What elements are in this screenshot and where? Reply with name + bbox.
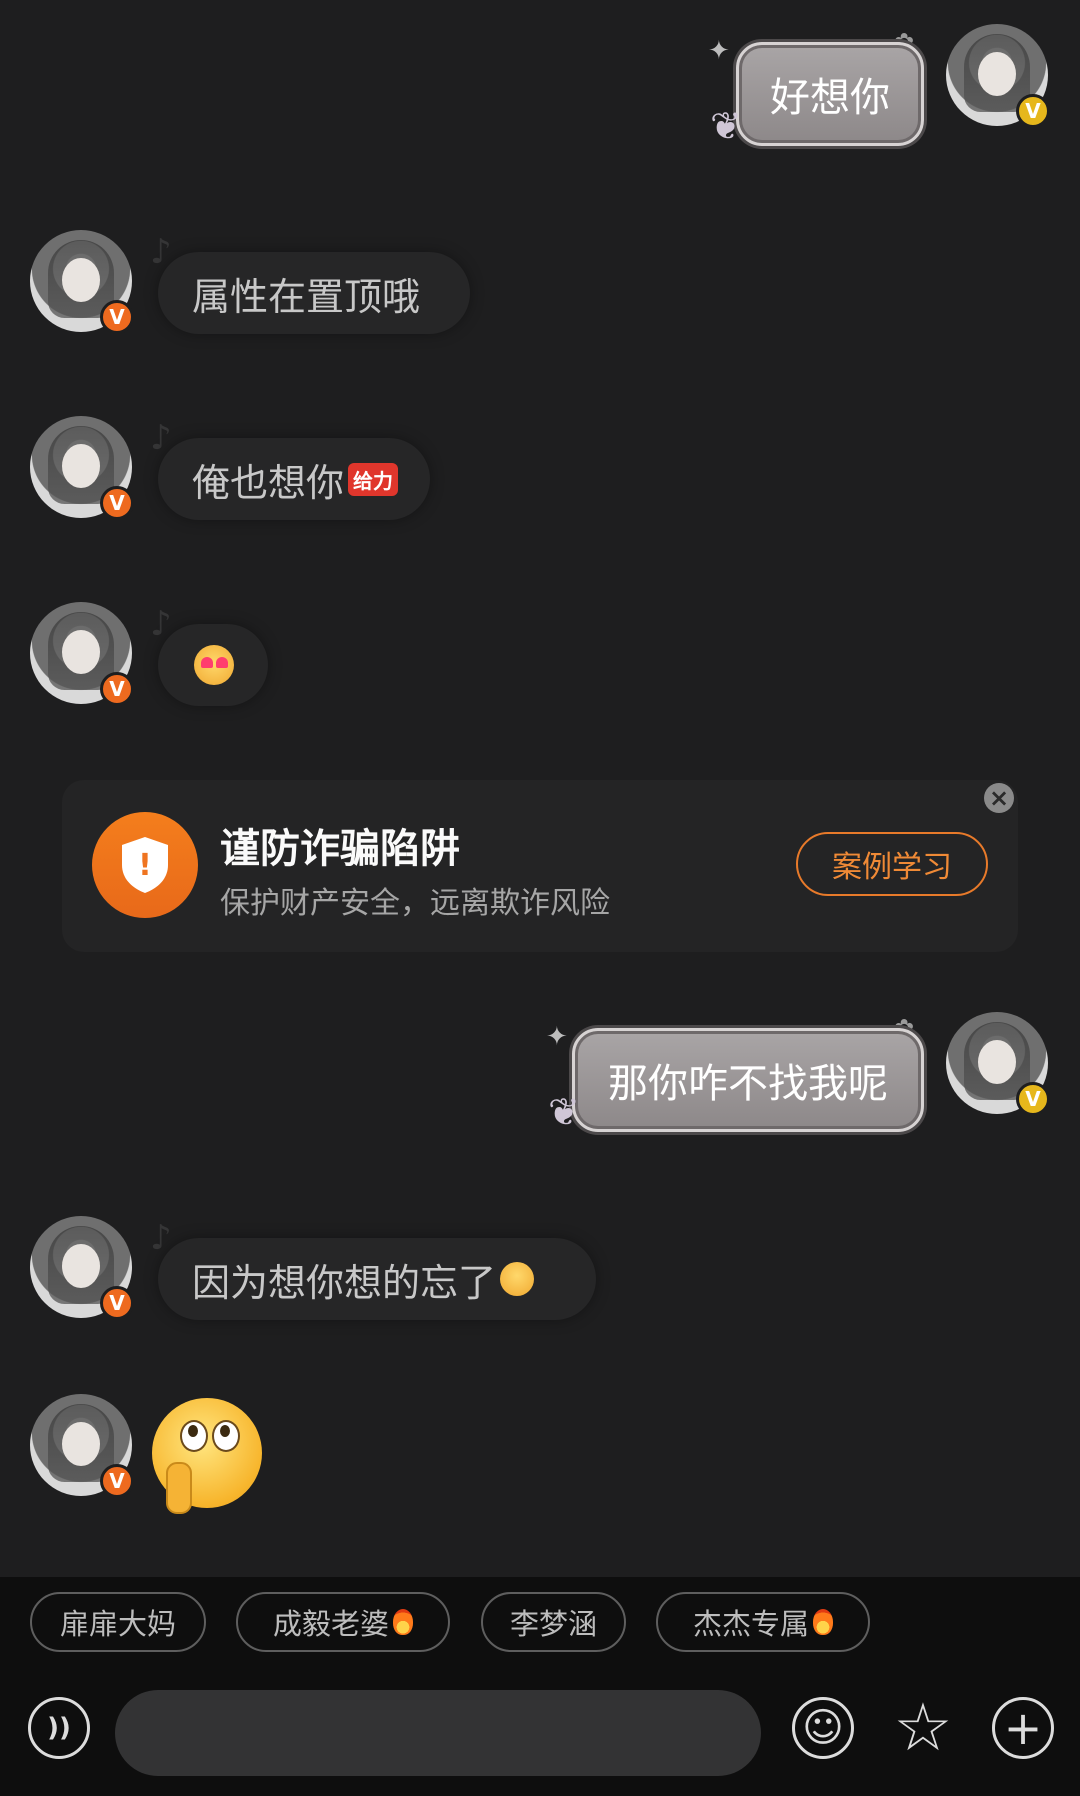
sparkle-icon: ✦ — [708, 36, 730, 66]
plus-icon[interactable]: + — [992, 1697, 1054, 1759]
shush-emoji-icon[interactable] — [152, 1398, 262, 1514]
sparkle-icon: ✦ — [546, 1022, 568, 1052]
star-glyph: ☆ — [893, 1689, 953, 1766]
avatar-face — [62, 1422, 100, 1466]
quick-reply-chip[interactable]: 杰杰专属 — [656, 1592, 870, 1652]
exclamation-icon: ! — [138, 847, 152, 883]
chat-area: V ✦ ✿ 好想你 ❦ V ♪ 属性在置顶哦 V ♪ 俺也想你 给力 V ♪ — [0, 0, 1080, 1577]
fire-icon — [813, 1609, 833, 1635]
avatar-face — [62, 630, 100, 674]
message-text: 因为想你想的忘了 — [192, 1260, 497, 1305]
avatar-contact[interactable]: V — [30, 416, 134, 520]
avatar-face — [978, 1040, 1016, 1084]
warning-subtitle: 保护财产安全，远离欺诈风险 — [220, 886, 610, 921]
avatar-contact[interactable]: V — [30, 230, 134, 334]
message-bubble-right[interactable]: 好想你 — [736, 42, 924, 146]
avatar-self[interactable]: V — [946, 1012, 1050, 1116]
geili-sticker-icon: 给力 — [348, 462, 399, 496]
heart-icon — [216, 657, 228, 668]
chip-label: 杰杰专属 — [692, 1607, 809, 1641]
plus-glyph: + — [1003, 1701, 1043, 1755]
emoji-icon[interactable]: ☺ — [792, 1697, 854, 1759]
emoji-pupil — [220, 1425, 230, 1437]
emoji-finger — [166, 1462, 192, 1514]
emoji-eye — [180, 1420, 208, 1452]
avatar-face — [62, 258, 100, 302]
butterfly-icon: ❦ — [710, 104, 742, 148]
verified-badge: V — [1016, 1082, 1050, 1116]
message-text: 好想你 — [770, 75, 890, 121]
verified-badge: V — [100, 1464, 134, 1498]
case-study-button[interactable]: 案例学习 — [796, 832, 988, 896]
verified-badge: V — [1016, 94, 1050, 128]
message-bubble-left[interactable]: 俺也想你 给力 — [158, 438, 430, 520]
message-input[interactable] — [115, 1690, 761, 1776]
heart-eyes-emoji-icon — [194, 645, 234, 685]
message-text: 那你咋不找我呢 — [608, 1061, 888, 1107]
message-bubble-left[interactable]: 因为想你想的忘了 — [158, 1238, 596, 1320]
message-text: 俺也想你 — [192, 460, 345, 505]
avatar-contact[interactable]: V — [30, 602, 134, 706]
message-bubble-left[interactable] — [158, 624, 268, 706]
hug-emoji-icon — [500, 1262, 535, 1296]
heart-icon — [201, 657, 213, 668]
emoji-glyph: ☺ — [802, 1705, 844, 1751]
message-bubble-left[interactable]: 属性在置顶哦 — [158, 252, 470, 334]
avatar-face — [62, 444, 100, 488]
shield-icon: ! — [92, 812, 198, 918]
chip-label: 扉扉大妈 — [59, 1607, 176, 1641]
verified-badge: V — [100, 486, 134, 520]
verified-badge: V — [100, 1286, 134, 1320]
message-text: 属性在置顶哦 — [192, 274, 421, 319]
bottom-input-area: 扉扉大妈 成毅老婆 李梦涵 杰杰专属 )) ☺ ☆ + — [0, 1577, 1080, 1796]
message-bubble-right[interactable]: 那你咋不找我呢 — [572, 1028, 924, 1132]
emoji-eye — [212, 1420, 240, 1452]
verified-badge: V — [100, 300, 134, 334]
quick-reply-chip[interactable]: 李梦涵 — [481, 1592, 626, 1652]
close-icon[interactable]: × — [984, 783, 1014, 813]
star-sticker-icon[interactable]: ☆ — [892, 1689, 954, 1766]
scam-warning-card[interactable]: ! 谨防诈骗陷阱 保护财产安全，远离欺诈风险 案例学习 — [62, 780, 1018, 952]
avatar-face — [978, 52, 1016, 96]
quick-reply-chip[interactable]: 扉扉大妈 — [30, 1592, 206, 1652]
butterfly-icon: ❦ — [548, 1090, 580, 1134]
emoji-pupil — [188, 1425, 198, 1437]
avatar-contact[interactable]: V — [30, 1216, 134, 1320]
voice-glyph: )) — [47, 1713, 71, 1743]
fire-icon — [393, 1609, 413, 1635]
chip-label: 成毅老婆 — [272, 1607, 389, 1641]
warning-title: 谨防诈骗陷阱 — [220, 826, 460, 872]
avatar-self[interactable]: V — [946, 24, 1050, 128]
avatar-face — [62, 1244, 100, 1288]
verified-badge: V — [100, 672, 134, 706]
quick-reply-chip[interactable]: 成毅老婆 — [236, 1592, 450, 1652]
chip-label: 李梦涵 — [509, 1607, 597, 1641]
voice-icon[interactable]: )) — [28, 1697, 90, 1759]
avatar-contact[interactable]: V — [30, 1394, 134, 1498]
